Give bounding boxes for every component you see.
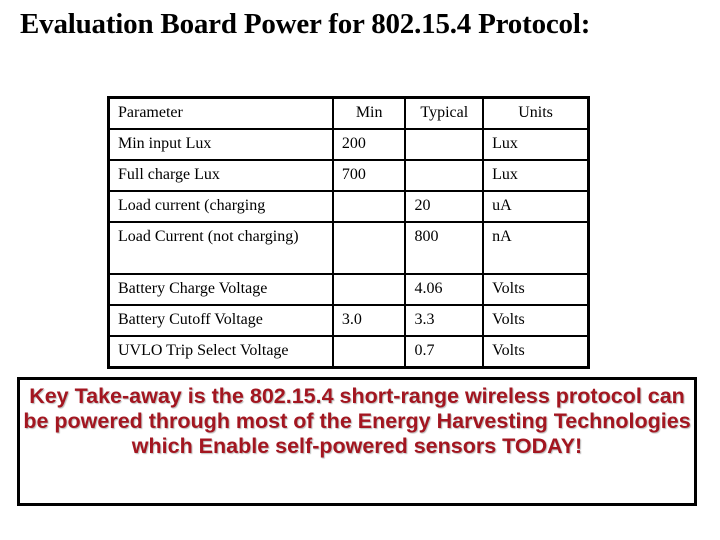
cell-units: Lux [482, 159, 590, 192]
cell-parameter: Min input Lux [107, 128, 334, 161]
cell-min: 200 [331, 128, 407, 161]
table-row: Battery Cutoff Voltage 3.0 3.3 Volts [107, 304, 590, 337]
cell-typical: 3.3 [404, 304, 485, 337]
header-typical: Typical [404, 96, 485, 130]
cell-units: uA [482, 190, 590, 223]
takeaway-text: Key Take-away is the 802.15.4 short-rang… [23, 384, 691, 458]
cell-units: Volts [482, 273, 590, 306]
cell-parameter: Battery Cutoff Voltage [107, 304, 334, 337]
cell-min [331, 190, 407, 223]
table-row: Load Current (not charging) 800 nA [107, 221, 590, 275]
cell-parameter: UVLO Trip Select Voltage [107, 335, 334, 369]
cell-typical: 800 [404, 221, 485, 275]
cell-typical [404, 159, 485, 192]
cell-min: 3.0 [331, 304, 407, 337]
table-row: UVLO Trip Select Voltage 0.7 Volts [107, 335, 590, 369]
cell-units: nA [482, 221, 590, 275]
cell-typical: 4.06 [404, 273, 485, 306]
cell-typical: 20 [404, 190, 485, 223]
cell-units: Volts [482, 335, 590, 369]
cell-parameter: Load current (charging [107, 190, 334, 223]
cell-units: Lux [482, 128, 590, 161]
table-row: Full charge Lux 700 Lux [107, 159, 590, 192]
cell-min [331, 273, 407, 306]
header-units: Units [482, 96, 590, 130]
cell-typical: 0.7 [404, 335, 485, 369]
cell-parameter: Full charge Lux [107, 159, 334, 192]
cell-min [331, 335, 407, 369]
cell-units: Volts [482, 304, 590, 337]
parameters-table: Parameter Min Typical Units Min input Lu… [107, 96, 590, 369]
takeaway-box: Key Take-away is the 802.15.4 short-rang… [17, 377, 697, 506]
cell-parameter: Battery Charge Voltage [107, 273, 334, 306]
table-row: Battery Charge Voltage 4.06 Volts [107, 273, 590, 306]
table-row: Min input Lux 200 Lux [107, 128, 590, 161]
header-min: Min [331, 96, 407, 130]
cell-parameter: Load Current (not charging) [107, 221, 334, 275]
cell-typical [404, 128, 485, 161]
cell-min [331, 221, 407, 275]
table-header-row: Parameter Min Typical Units [107, 96, 590, 130]
cell-min: 700 [331, 159, 407, 192]
table-row: Load current (charging 20 uA [107, 190, 590, 223]
header-parameter: Parameter [107, 96, 334, 130]
page-title: Evaluation Board Power for 802.15.4 Prot… [20, 8, 591, 40]
